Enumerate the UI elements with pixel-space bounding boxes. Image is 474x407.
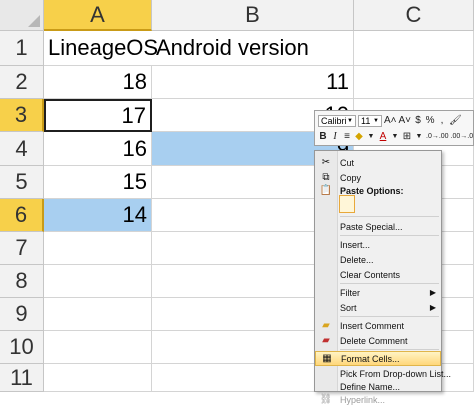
currency-button[interactable]: $ — [413, 114, 423, 127]
row-header-2[interactable]: 2 — [0, 66, 44, 99]
mini-toolbar: Calibri ▼ 11 ▼ A˄ A˅ $ % , 🖌 B I ≡ ◆ ▼ A ▼… — [314, 110, 474, 146]
row-header-1[interactable]: 1 — [0, 31, 44, 66]
row-header-7[interactable]: 7 — [0, 232, 44, 265]
cell-a5[interactable]: 15 — [44, 166, 152, 199]
menu-separator — [340, 316, 439, 317]
chevron-down-icon[interactable]: ▼ — [414, 130, 424, 143]
menu-item-label: Paste Special... — [340, 221, 403, 232]
format-painter-icon[interactable]: 🖌 — [449, 114, 462, 127]
menu-item-label: Insert... — [340, 239, 371, 250]
comment-icon: ▰ — [322, 320, 330, 331]
menu-item-cut[interactable]: ✂ Cut — [315, 155, 441, 170]
menu-item-label: Pick From Drop-down List... — [340, 368, 452, 379]
font-size-select[interactable]: 11 ▼ — [358, 114, 382, 127]
row-header-8[interactable]: 8 — [0, 265, 44, 298]
row-header-3[interactable]: 3 — [0, 99, 44, 132]
bold-button[interactable]: B — [318, 130, 328, 143]
menu-item-label: Hyperlink... — [340, 394, 386, 405]
cell-a4[interactable]: 16 — [44, 132, 152, 166]
format-cells-icon: ▦ — [322, 353, 332, 364]
cell-a10[interactable] — [44, 331, 152, 364]
italic-button[interactable]: I — [330, 130, 340, 143]
cell-c2[interactable] — [354, 66, 474, 99]
chevron-down-icon[interactable]: ▼ — [366, 130, 376, 143]
cell-a9[interactable] — [44, 298, 152, 331]
cell-b1[interactable]: Android version — [152, 31, 354, 66]
hyperlink-icon: ⛓ — [319, 394, 333, 405]
menu-item-label: Define Name... — [340, 381, 401, 392]
chevron-down-icon[interactable]: ▼ — [390, 130, 400, 143]
column-header-c[interactable]: C — [354, 0, 474, 31]
cell-a6[interactable]: 14 — [44, 199, 152, 232]
fill-color-icon[interactable]: ◆ — [354, 130, 364, 143]
row-header-11[interactable]: 11 — [0, 364, 44, 392]
row-header-9[interactable]: 9 — [0, 298, 44, 331]
context-menu: ✂ Cut ⧉ Copy 📋 Paste Options: Paste Spec… — [314, 150, 451, 405]
menu-item-clear-contents[interactable]: Clear Contents — [315, 267, 441, 282]
menu-separator — [340, 349, 439, 350]
font-color-icon[interactable]: A — [378, 130, 388, 143]
menu-item-hyperlink[interactable]: ⛓ Hyperlink... — [315, 392, 441, 407]
column-header-b[interactable]: B — [152, 0, 354, 31]
chevron-down-icon: ▼ — [347, 117, 353, 124]
row-header-4[interactable]: 4 — [0, 132, 44, 166]
shrink-font-button[interactable]: A˅ — [399, 114, 412, 127]
menu-item-insert[interactable]: Insert... — [315, 237, 441, 252]
menu-item-label: Clear Contents — [340, 269, 401, 280]
font-size-value: 11 — [361, 115, 371, 126]
menu-item-label: Filter — [340, 287, 360, 298]
submenu-arrow-icon: ▶ — [429, 303, 436, 312]
menu-item-delete-comment[interactable]: ▰ Delete Comment — [315, 333, 441, 348]
menu-separator — [340, 283, 439, 284]
menu-item-paste-options: 📋 Paste Options: — [315, 183, 441, 198]
cell-a2[interactable]: 18 — [44, 66, 152, 99]
increase-decimal-button[interactable]: .0→.00 — [426, 130, 449, 143]
font-name-select[interactable]: Calibri ▼ — [318, 114, 356, 127]
cell-b2[interactable]: 11 — [152, 66, 354, 99]
menu-item-label: Cut — [340, 157, 355, 168]
paste-option-icon[interactable] — [339, 195, 355, 213]
decrease-decimal-button[interactable]: .00→.0 — [451, 130, 474, 143]
scissors-icon: ✂ — [321, 157, 331, 168]
delete-comment-icon: ▰ — [322, 335, 330, 346]
chevron-down-icon: ▼ — [373, 117, 379, 124]
cell-a11[interactable] — [44, 364, 152, 392]
column-header-a[interactable]: A — [44, 0, 152, 31]
borders-icon[interactable]: ⊞ — [402, 130, 412, 143]
font-name-value: Calibri — [321, 115, 347, 126]
row-header-10[interactable]: 10 — [0, 331, 44, 364]
menu-item-filter[interactable]: Filter ▶ — [315, 285, 441, 300]
menu-item-label: Sort — [340, 302, 357, 313]
submenu-arrow-icon: ▶ — [429, 288, 436, 297]
grow-font-button[interactable]: A˄ — [384, 114, 397, 127]
align-center-icon[interactable]: ≡ — [342, 130, 352, 143]
menu-item-format-cells[interactable]: ▦ Format Cells... — [315, 351, 441, 366]
comma-button[interactable]: , — [437, 114, 447, 127]
menu-item-label: Copy — [340, 172, 362, 183]
cell-a7[interactable] — [44, 232, 152, 265]
select-all-corner[interactable] — [0, 0, 44, 31]
menu-item-label: Insert Comment — [340, 320, 405, 331]
menu-item-label: Delete Comment — [340, 335, 408, 346]
clipboard-icon: 📋 — [319, 185, 333, 196]
menu-item-delete[interactable]: Delete... — [315, 252, 441, 267]
cell-c1[interactable] — [354, 31, 474, 66]
menu-item-sort[interactable]: Sort ▶ — [315, 300, 441, 315]
cell-a8[interactable] — [44, 265, 152, 298]
menu-item-label: Delete... — [340, 254, 374, 265]
cell-a1[interactable]: LineageOS — [44, 31, 158, 66]
menu-item-label: Format Cells... — [341, 353, 400, 364]
menu-item-insert-comment[interactable]: ▰ Insert Comment — [315, 318, 441, 333]
cell-a3-active[interactable]: 17 — [44, 99, 152, 132]
menu-item-paste-special[interactable]: Paste Special... — [315, 219, 441, 234]
menu-separator — [340, 235, 439, 236]
percent-button[interactable]: % — [425, 114, 435, 127]
row-header-5[interactable]: 5 — [0, 166, 44, 199]
copy-icon: ⧉ — [322, 172, 330, 183]
row-header-6[interactable]: 6 — [0, 199, 44, 232]
menu-item-label: Paste Options: — [340, 185, 404, 196]
select-all-icon — [28, 15, 40, 27]
menu-separator — [340, 216, 439, 217]
